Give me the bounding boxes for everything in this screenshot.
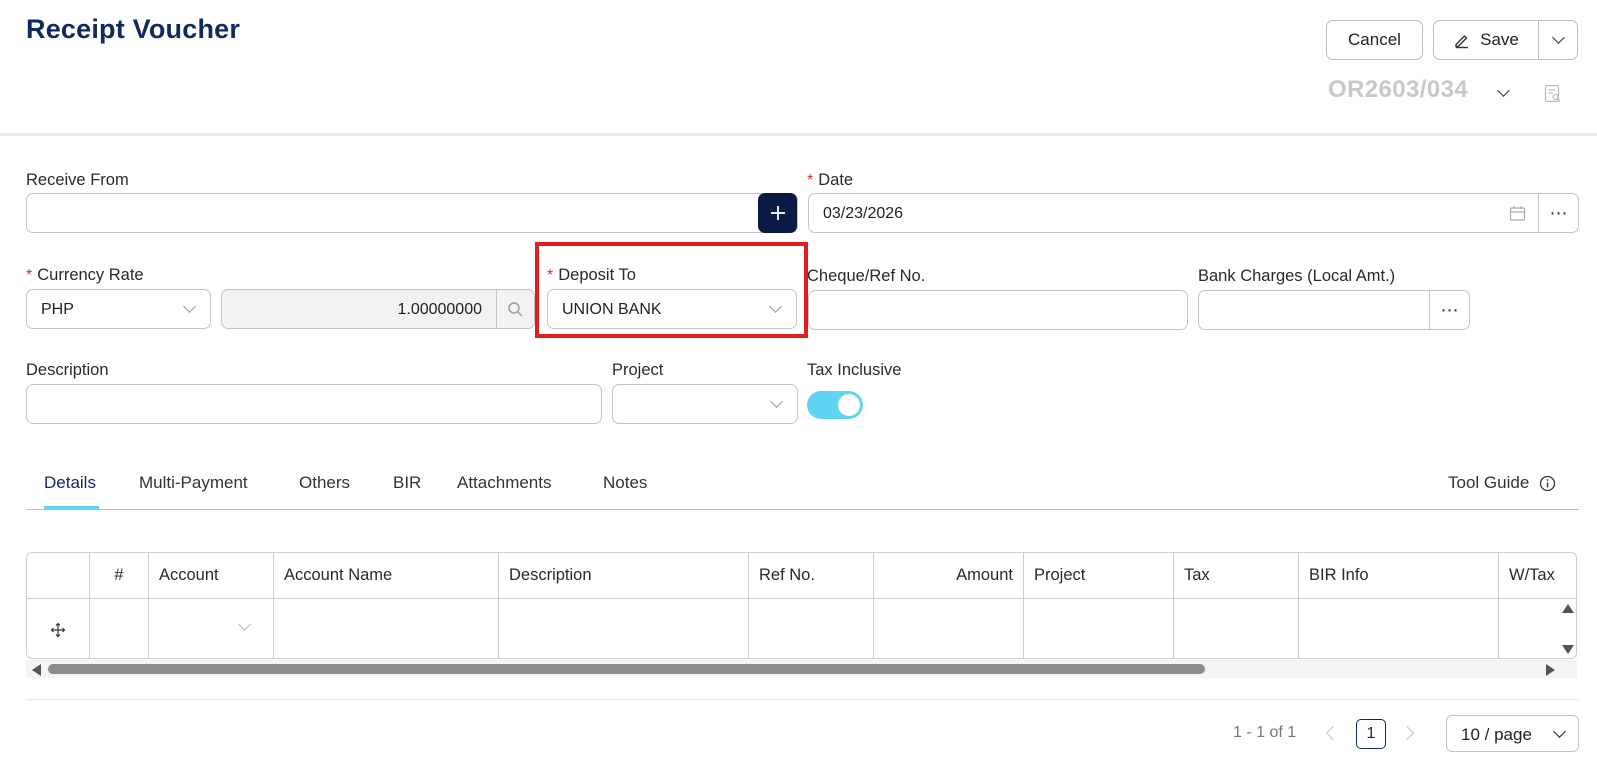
- amount-cell[interactable]: [874, 599, 1024, 658]
- plus-icon: [770, 206, 785, 220]
- toggle-knob: [838, 394, 860, 416]
- tab-details[interactable]: Details: [44, 473, 96, 493]
- currency-rate-label: * Currency Rate: [26, 266, 144, 284]
- chevron-down-icon: [1497, 84, 1510, 97]
- cancel-button[interactable]: Cancel: [1326, 20, 1423, 60]
- bir-info-cell[interactable]: [1299, 599, 1499, 658]
- date-more-button[interactable]: ⋯: [1538, 193, 1579, 233]
- scroll-down-arrow[interactable]: [1562, 645, 1574, 654]
- tab-notes[interactable]: Notes: [603, 473, 647, 493]
- column-header-project: Project: [1024, 553, 1174, 599]
- document-number: OR2603/034: [1328, 76, 1469, 103]
- cancel-label: Cancel: [1348, 30, 1401, 49]
- project-label: Project: [612, 361, 664, 379]
- receive-from-label: Receive From: [26, 171, 129, 189]
- rate-lookup-button[interactable]: [496, 289, 535, 329]
- scroll-left-arrow[interactable]: [32, 664, 41, 676]
- save-button[interactable]: Save: [1433, 20, 1539, 60]
- chevron-down-icon: [1553, 725, 1566, 738]
- ellipsis-icon: ⋯: [1440, 299, 1459, 320]
- page-size-select[interactable]: 10 / page: [1446, 715, 1579, 752]
- tab-bir[interactable]: BIR: [393, 473, 421, 493]
- tax-cell[interactable]: [1174, 599, 1299, 658]
- project-cell[interactable]: [1024, 599, 1174, 658]
- doc-number-dropdown[interactable]: [1497, 84, 1513, 100]
- column-header-ref-no: Ref No.: [749, 553, 874, 599]
- next-page-button[interactable]: [1399, 725, 1415, 741]
- date-input[interactable]: 03/23/2026: [808, 193, 1539, 233]
- info-icon: [1540, 475, 1556, 491]
- tax-inclusive-label: Tax Inclusive: [807, 361, 902, 379]
- tabs-divider: [26, 509, 1579, 510]
- column-header-number: #: [90, 553, 149, 599]
- column-header-amount: Amount: [874, 553, 1024, 599]
- bank-charges-label: Bank Charges (Local Amt.): [1198, 267, 1396, 285]
- footer-divider: [26, 699, 1579, 700]
- description-input[interactable]: [26, 384, 602, 424]
- cheque-ref-input[interactable]: [808, 290, 1188, 330]
- tab-others[interactable]: Others: [299, 473, 350, 493]
- project-select[interactable]: [612, 384, 798, 424]
- required-marker: *: [807, 172, 814, 189]
- bank-charges-more-button[interactable]: ⋯: [1429, 290, 1470, 330]
- receive-from-input[interactable]: [26, 193, 798, 233]
- column-header-account-name: Account Name: [274, 553, 499, 599]
- column-header-description: Description: [499, 553, 749, 599]
- save-label: Save: [1480, 30, 1519, 49]
- chevron-down-icon: [770, 395, 783, 408]
- date-label: * Date: [807, 171, 854, 189]
- edit-icon: [1455, 35, 1469, 49]
- scrollbar-thumb[interactable]: [48, 664, 1205, 674]
- scroll-right-arrow[interactable]: [1546, 664, 1555, 676]
- horizontal-scrollbar[interactable]: [26, 660, 1577, 678]
- chevron-down-icon: [183, 300, 196, 313]
- move-icon: [50, 622, 66, 637]
- currency-select[interactable]: PHP: [26, 289, 211, 329]
- details-grid: # Account Account Name Description Ref N…: [26, 552, 1577, 659]
- cheque-ref-label: Cheque/Ref No.: [807, 267, 926, 285]
- prev-page-button[interactable]: [1325, 725, 1341, 741]
- currency-rate-input[interactable]: 1.00000000: [221, 289, 497, 329]
- column-header-handle: [27, 553, 90, 599]
- row-drag-handle[interactable]: [27, 599, 90, 658]
- column-header-bir-info: BIR Info: [1299, 553, 1499, 599]
- tab-multi-payment[interactable]: Multi-Payment: [139, 473, 248, 493]
- page-1-button[interactable]: 1: [1356, 719, 1386, 749]
- tax-inclusive-toggle[interactable]: [807, 391, 863, 419]
- tool-guide-link[interactable]: Tool Guide: [1448, 473, 1556, 493]
- ref-no-cell[interactable]: [749, 599, 874, 658]
- scroll-up-arrow[interactable]: [1562, 604, 1574, 613]
- account-cell-select[interactable]: [149, 599, 274, 658]
- description-label: Description: [26, 361, 109, 379]
- description-cell[interactable]: [499, 599, 749, 658]
- chevron-down-icon: [238, 618, 251, 631]
- required-marker: *: [26, 267, 33, 284]
- tool-guide-label: Tool Guide: [1448, 473, 1530, 492]
- save-options-dropdown[interactable]: [1538, 20, 1578, 60]
- page-title: Receipt Voucher: [26, 14, 241, 44]
- account-name-cell[interactable]: [274, 599, 499, 658]
- column-header-account: Account: [149, 553, 274, 599]
- chevron-down-icon: [1551, 31, 1565, 44]
- highlight-box: [535, 242, 808, 338]
- tab-attachments[interactable]: Attachments: [457, 473, 552, 493]
- header-divider: [0, 133, 1597, 136]
- pagination-range: 1 - 1 of 1: [1233, 724, 1297, 741]
- bank-charges-input[interactable]: [1198, 290, 1430, 330]
- ellipsis-icon: ⋯: [1549, 202, 1568, 223]
- calendar-icon[interactable]: [1509, 205, 1526, 222]
- column-header-wtax: W/Tax: [1499, 553, 1576, 599]
- search-icon: [508, 301, 523, 316]
- column-header-tax: Tax: [1174, 553, 1299, 599]
- add-customer-button[interactable]: [758, 193, 797, 233]
- document-preview-icon[interactable]: [1544, 84, 1562, 109]
- row-number-cell: [90, 599, 149, 658]
